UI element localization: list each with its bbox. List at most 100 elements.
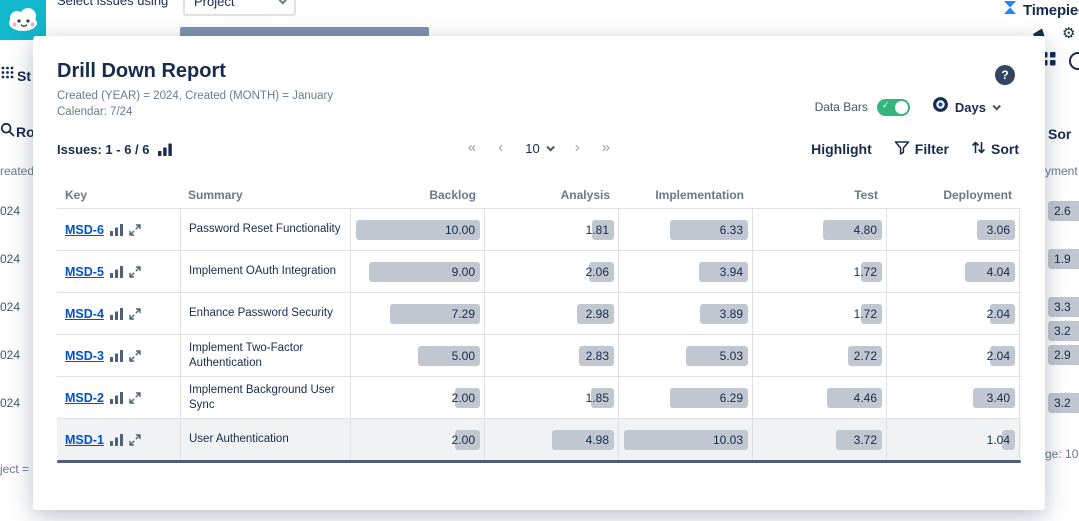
cell-value: 2.98 [586,307,609,321]
column-header-deployment[interactable]: Deployment [886,188,1020,202]
summary-cell: Implement Background User Sync [180,377,350,418]
chevron-down-icon [278,0,286,5]
expand-icon[interactable] [129,392,141,404]
table-row: MSD-2 Implement Background User Sync 2.00 1… [57,376,1021,418]
mini-bar-chart-icon[interactable] [110,224,123,236]
app-switcher-grid-icon[interactable] [1,66,14,84]
table-row: MSD-6Password Reset Functionality10.001.… [57,208,1021,250]
cell-value: 2.04 [987,307,1010,321]
column-header-backlog[interactable]: Backlog [350,188,484,202]
chevron-down-icon[interactable] [992,102,1000,110]
expand-icon[interactable] [129,266,141,278]
expand-icon[interactable] [129,308,141,320]
search-icon[interactable] [0,122,15,142]
summary-cell: Implement OAuth Integration [180,251,350,292]
value-cell: 3.40 [886,377,1020,418]
issue-link[interactable]: MSD-6 [65,223,104,237]
key-cell: MSD-4 [57,293,180,334]
mini-bar-chart-icon[interactable] [110,266,123,278]
value-cell: 3.06 [886,209,1020,250]
report-filters-line: Created (YEAR) = 2024, Created (MONTH) =… [57,90,333,102]
value-cell: 4.80 [752,209,886,250]
column-header-summary[interactable]: Summary [180,188,350,202]
expand-icon[interactable] [129,434,141,446]
report-calendar-line: Calendar: 7/24 [57,106,132,118]
unit-selector-value[interactable]: Days [955,100,986,115]
issue-link[interactable]: MSD-3 [65,349,104,363]
rows-label-fragment: Ro [16,124,35,140]
page-size-select[interactable]: 10 [525,141,552,156]
data-bars-label: Data Bars [815,100,868,114]
chevron-down-icon [546,143,554,151]
value-cell: 3.89 [618,293,752,334]
filter-funnel-icon [894,140,910,158]
table-scrollbar[interactable] [57,460,1021,463]
cell-value: 4.98 [586,433,609,447]
last-page-button[interactable]: » [602,140,610,156]
cell-value: 3.94 [720,265,743,279]
project-dropdown[interactable]: Project [183,0,296,16]
value-cell: 4.04 [886,251,1020,292]
table-row: MSD-5 Implement OAuth Integration 9.00 2.06… [57,250,1021,292]
value-cell: 3.94 [618,251,752,292]
chart-view-icon[interactable] [158,143,172,156]
expand-icon[interactable] [129,224,141,236]
cell-value: 3.89 [720,307,743,321]
gear-icon[interactable]: ⚙ [1062,26,1075,41]
next-page-button[interactable]: › [575,140,580,156]
value-cell: 2.72 [752,335,886,376]
column-header-key[interactable]: Key [57,188,180,202]
cell-value: 2.00 [452,391,475,405]
cell-value: 10.00 [445,223,475,237]
key-cell: MSD-2 [57,377,180,418]
expand-icon[interactable] [129,350,141,362]
help-button[interactable]: ? [995,65,1015,85]
column-header-implementation[interactable]: Implementation [618,188,752,202]
cell-value: 5.00 [452,349,475,363]
issue-link[interactable]: MSD-1 [65,433,104,447]
column-header-test[interactable]: Test [752,188,886,202]
cell-value: 2.72 [854,349,877,363]
mini-bar-chart-icon[interactable] [110,308,123,320]
mini-bar-chart-icon[interactable] [110,434,123,446]
year-cell-fragment: 024 [0,348,20,362]
filter-text-fragment: ject = [0,462,29,476]
mini-bar-chart-icon[interactable] [110,392,123,404]
key-cell: MSD-5 [57,251,180,292]
value-cell: 1.72 [752,293,886,334]
cell-value: 10.03 [713,433,743,447]
project-dropdown-value: Project [194,0,234,9]
value-cell: 9.00 [350,251,484,292]
sort-button[interactable]: Sort [971,140,1019,158]
issue-link[interactable]: MSD-2 [65,391,104,405]
cell-value: 1.85 [586,391,609,405]
value-cell: 2.00 [350,377,484,418]
table-body: MSD-6Password Reset Functionality10.001.… [57,208,1021,460]
value-cell: 2.06 [484,251,618,292]
cell-value: 9.00 [452,265,475,279]
highlight-button[interactable]: Highlight [811,141,872,157]
issue-link[interactable]: MSD-4 [65,307,104,321]
mini-bar-chart-icon[interactable] [110,350,123,362]
value-cell: 2.04 [886,293,1020,334]
issue-link[interactable]: MSD-5 [65,265,104,279]
cell-value: 2.06 [586,265,609,279]
summary-cell: Implement Two-Factor Authentication [180,335,350,376]
page-size-value: 10 [525,141,539,156]
filter-button[interactable]: Filter [894,140,949,158]
toggle-knob [895,101,908,114]
cell-value: 3.06 [987,223,1010,237]
prev-page-button[interactable]: ‹ [498,140,503,156]
first-page-button[interactable]: « [468,140,476,156]
drill-down-table: KeySummaryBacklogAnalysisImplementationT… [57,182,1021,463]
profile-icon[interactable] [1069,52,1079,70]
cell-value: 2.04 [987,349,1010,363]
timepiece-logo-icon [1002,0,1018,20]
column-header-analysis[interactable]: Analysis [484,188,618,202]
issues-count-label: Issues: 1 - 6 / 6 [57,142,150,157]
value-cell: 2.04 [886,335,1020,376]
app-logo-tile[interactable] [0,0,46,40]
summary-cell: User Authentication [180,419,350,460]
data-bars-toggle[interactable]: ✓ [877,99,910,116]
summary-cell: Enhance Password Security [180,293,350,334]
